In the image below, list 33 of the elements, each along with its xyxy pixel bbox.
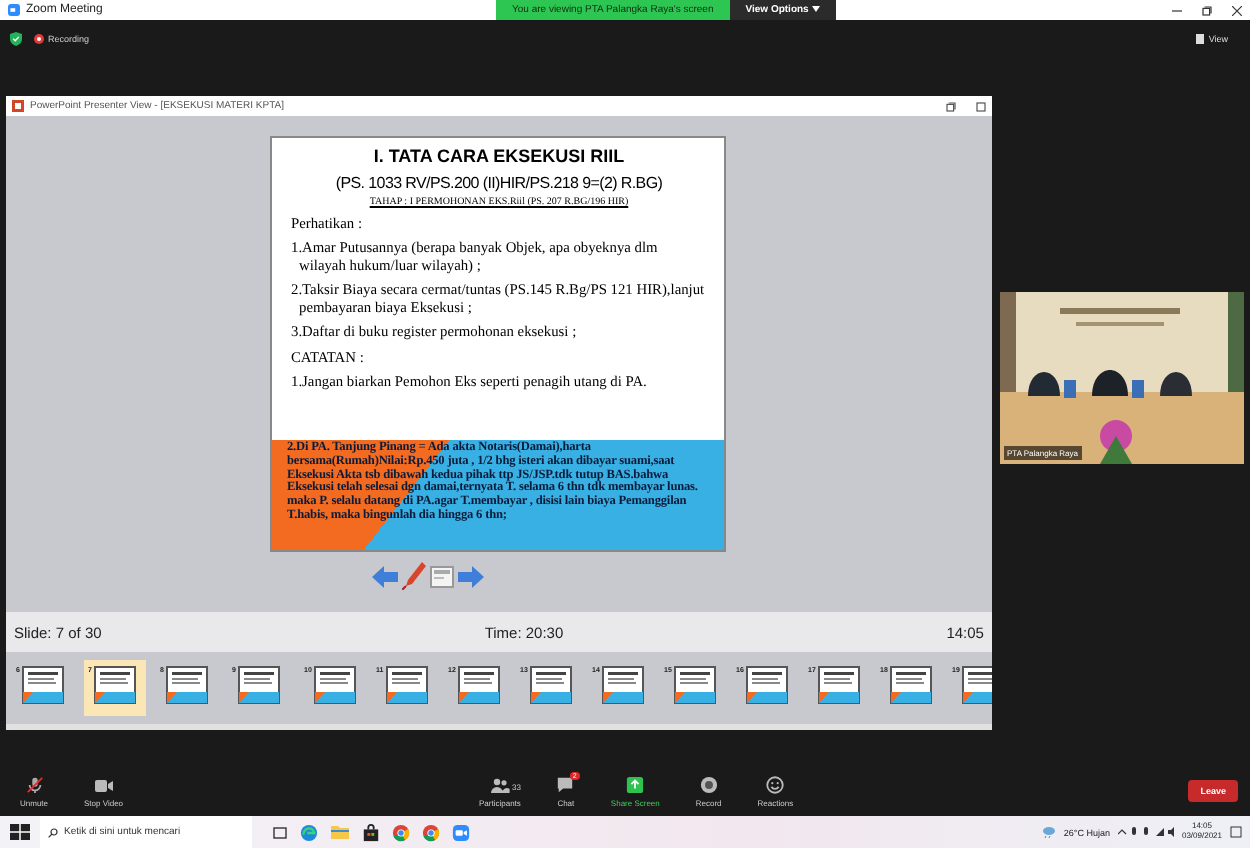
minimize-icon[interactable]: [1172, 5, 1182, 15]
next-arrow-icon[interactable]: [457, 565, 483, 587]
maximize-icon[interactable]: [976, 101, 986, 111]
shopping-bag-icon[interactable]: [362, 823, 380, 841]
folder-icon[interactable]: [330, 824, 350, 840]
slide-menu-icon[interactable]: [429, 565, 453, 587]
caret-icon: [811, 6, 820, 12]
people-icon: [489, 777, 510, 793]
notification-icon[interactable]: [1230, 826, 1242, 838]
browser-swirl-icon[interactable]: [300, 823, 318, 841]
close-icon[interactable]: [1232, 5, 1242, 15]
restore-icon[interactable]: [946, 101, 956, 111]
grid-view-icon: [1196, 33, 1205, 43]
shield-check-icon: [10, 31, 22, 45]
pen-icon[interactable]: [401, 562, 425, 590]
smiley-icon: [766, 775, 785, 793]
search-icon: [48, 827, 58, 837]
tray-icons-drawing[interactable]: [1117, 826, 1174, 838]
slide-title: I. TATA CARA EKSEKUSI RIIL: [371, 146, 627, 166]
cloud-rain-icon: [1041, 826, 1056, 838]
windows-start-icon[interactable]: [10, 824, 30, 840]
video-app-icon[interactable]: [452, 823, 470, 841]
previous-arrow-icon[interactable]: [371, 565, 397, 587]
restore-icon[interactable]: [1202, 5, 1212, 15]
task-view-icon[interactable]: [272, 825, 288, 839]
chat-bubble-icon: [556, 775, 575, 793]
browser-ball-icon[interactable]: [422, 823, 440, 841]
share-screen-icon: [626, 775, 645, 793]
record-icon: [699, 775, 718, 793]
slide-subtitle: (PS. 1033 RV/PS.200 (II)HIR/PS.218 9=(2) R.BG): [333, 173, 665, 191]
muted-mic-icon: [25, 775, 43, 793]
browser-ball-icon[interactable]: [392, 823, 410, 841]
video-camera-icon: [93, 777, 114, 793]
